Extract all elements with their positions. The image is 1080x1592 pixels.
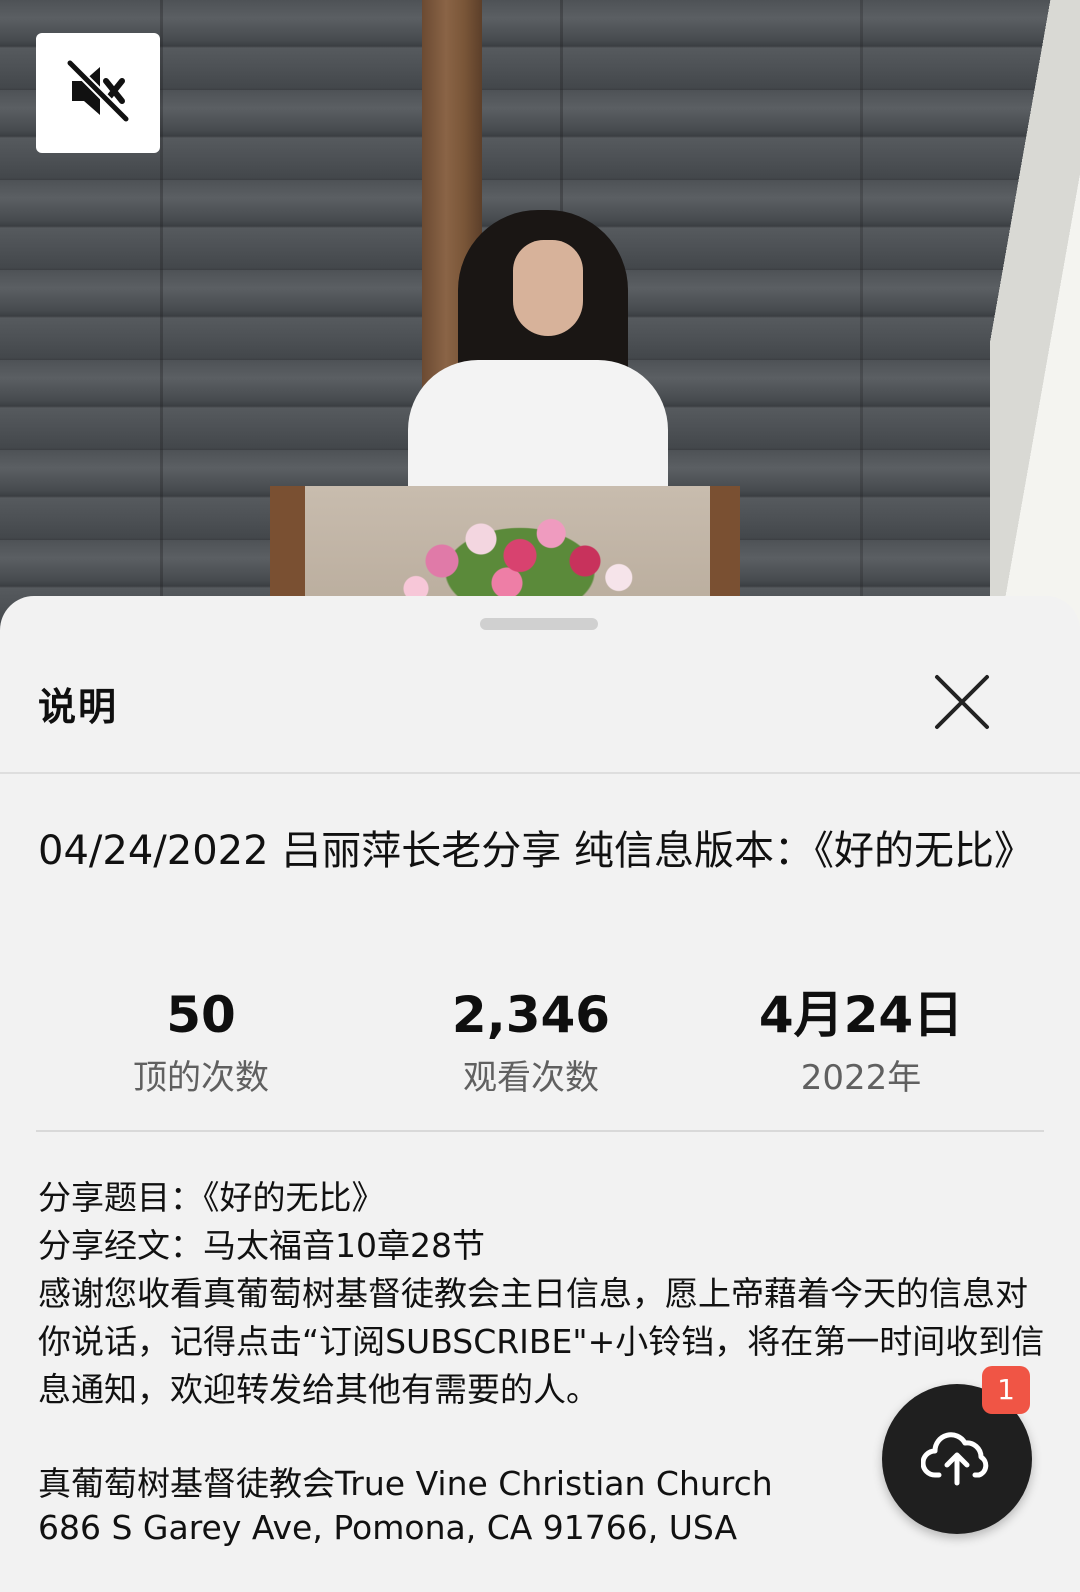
flower-arrangement [390,495,650,605]
volume-muted-icon [66,59,130,127]
likes-stat: 50 顶的次数 [36,986,366,1100]
views-count: 2,346 [451,986,611,1044]
drag-handle[interactable] [480,618,598,630]
mute-button[interactable] [36,33,160,153]
publish-date: 4月24日 [758,986,964,1044]
sheet-header: 说明 [0,646,1080,774]
close-icon [932,672,992,736]
stats-row: 50 顶的次数 2,346 观看次数 4月24日 2022年 [36,986,1026,1116]
date-stat: 4月24日 2022年 [696,986,1026,1100]
video-player[interactable] [0,0,1080,630]
description-topic: 分享题目：《好的无比》 [38,1178,385,1217]
likes-label: 顶的次数 [133,1058,269,1098]
description-scripture: 分享经文：马太福音10章28节 [38,1226,485,1265]
publish-year: 2022年 [800,1058,922,1098]
description-message: 感谢您收看真葡萄树基督徒教会主日信息，愿上帝藉着今天的信息对你说话，记得点击“订… [38,1274,1045,1409]
church-address: 686 S Garey Ave, Pomona, CA 91766, USA [38,1508,738,1547]
cloud-upload-icon [920,1427,993,1491]
notification-badge: 1 [982,1366,1030,1414]
likes-count: 50 [166,986,236,1044]
divider [36,1130,1044,1132]
wall-edge [990,0,1080,630]
description-sheet: 说明 04/24/2022 吕丽萍长老分享 纯信息版本：《好的无比》 50 顶的… [0,596,1080,1592]
views-label: 观看次数 [463,1058,599,1098]
sheet-title: 说明 [38,685,119,729]
close-button[interactable] [928,670,996,738]
video-title: 04/24/2022 吕丽萍长老分享 纯信息版本：《好的无比》 [38,828,1034,874]
speaker-face [513,240,583,336]
views-stat: 2,346 观看次数 [366,986,696,1100]
